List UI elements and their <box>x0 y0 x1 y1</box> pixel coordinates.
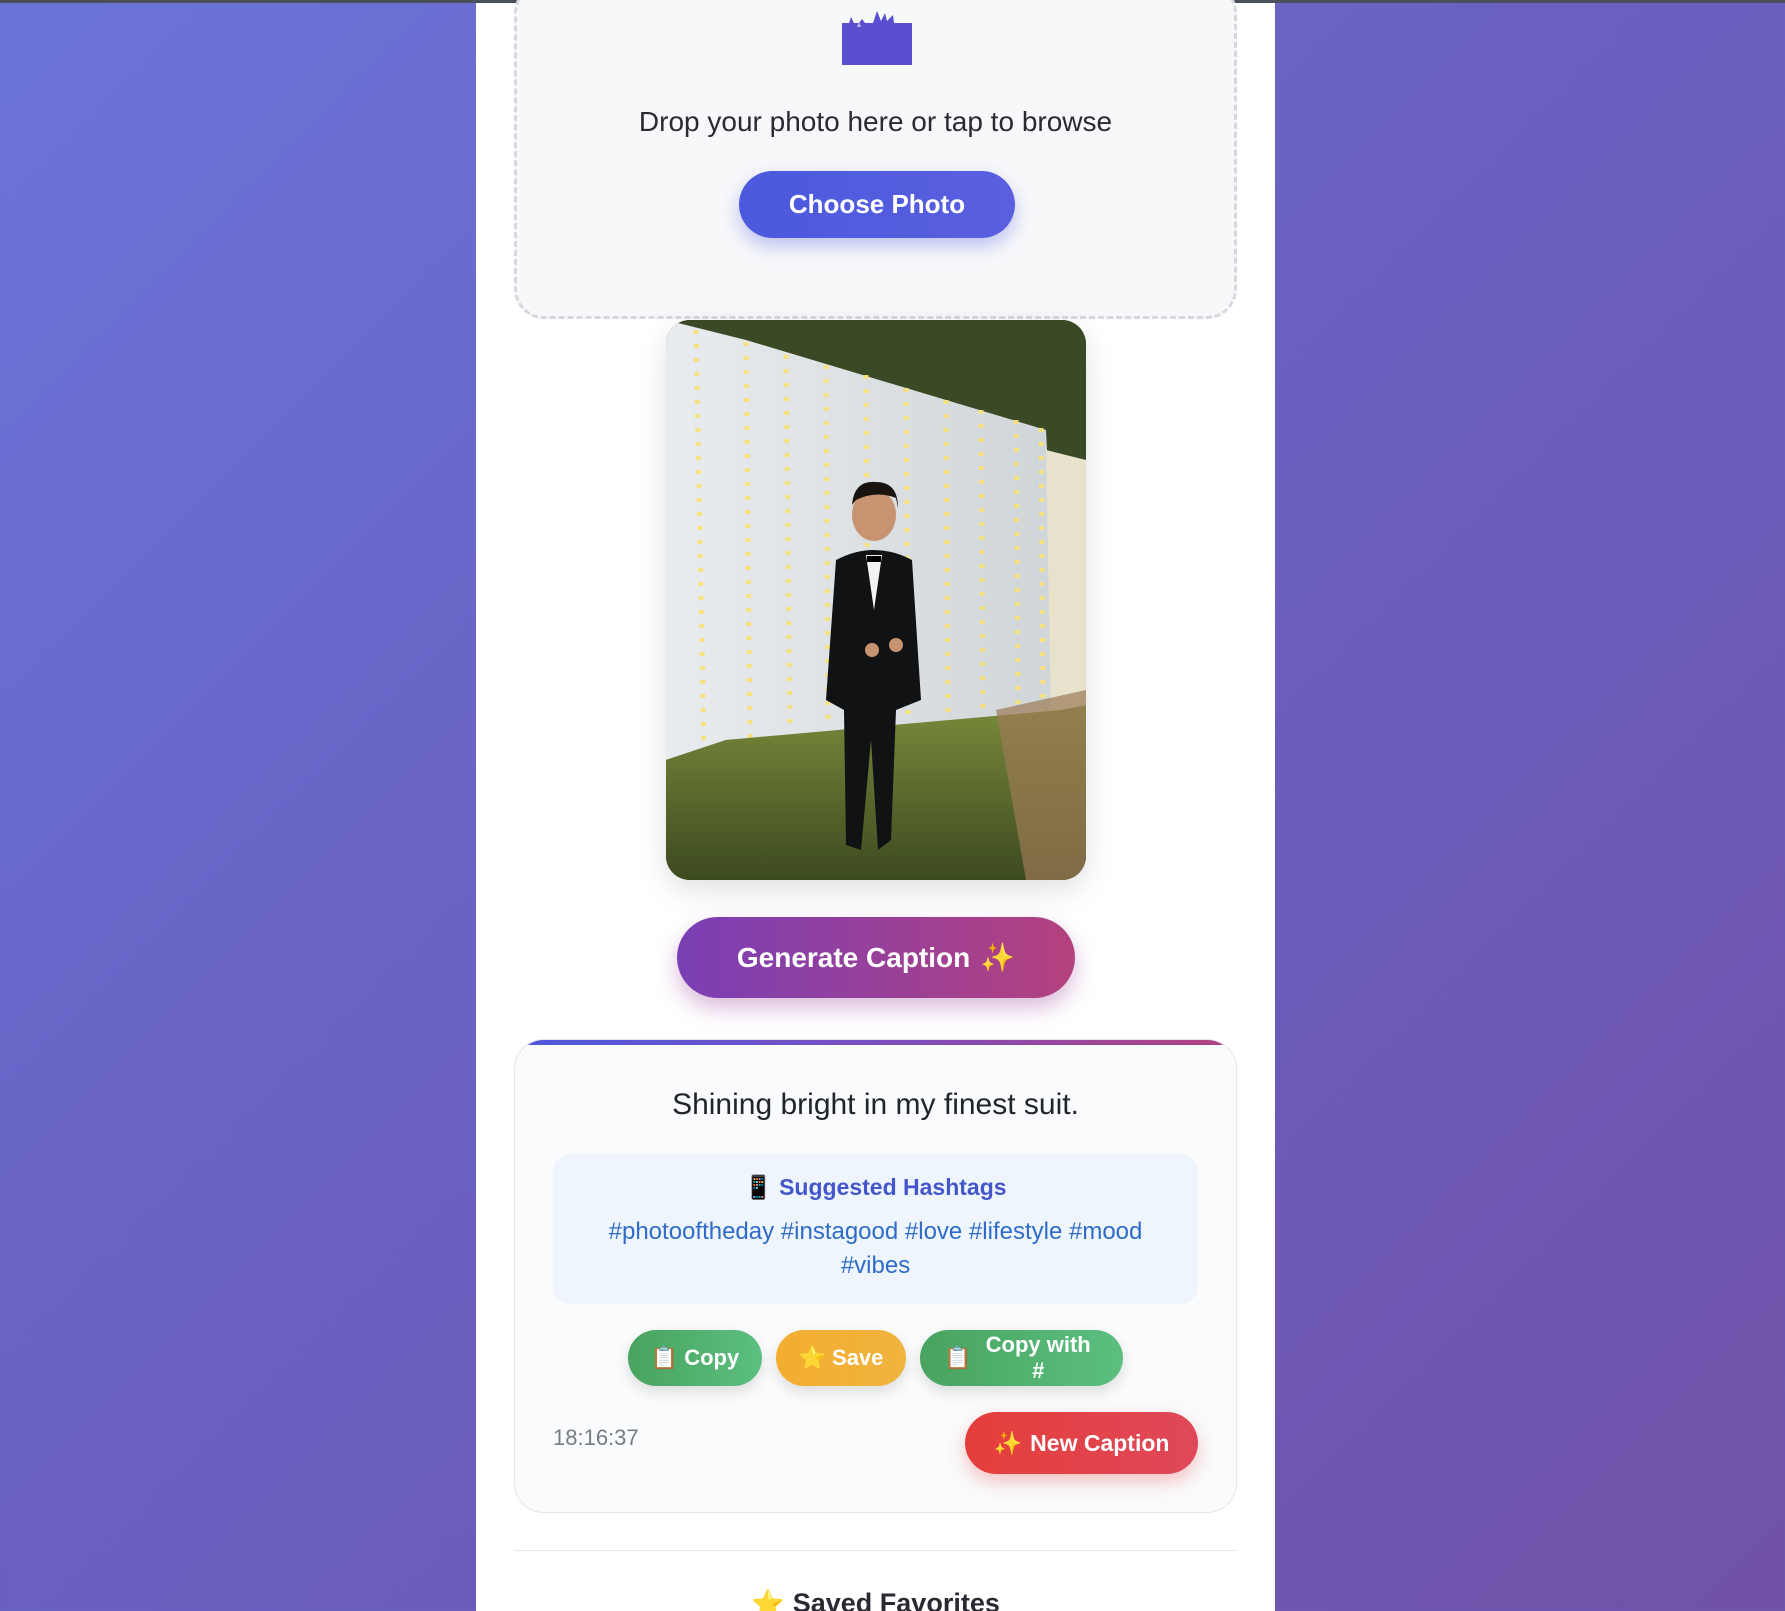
clipboard-icon: 📋 <box>944 1345 972 1371</box>
choose-photo-button[interactable]: Choose Photo <box>739 171 1015 238</box>
sparkles-icon: ✨ <box>980 941 1016 974</box>
copy-with-hashtags-button[interactable]: 📋 Copy with # <box>920 1330 1123 1386</box>
copy-with-hashtags-label: Copy with # <box>985 1332 1091 1383</box>
uploaded-photo-preview <box>666 320 1086 880</box>
hashtags-list: #photooftheday #instagood #love #lifesty… <box>608 1218 1143 1279</box>
copy-label: Copy <box>684 1345 740 1370</box>
upload-clapper-icon <box>842 11 912 65</box>
caption-actions: 📋 Copy ⭐ Save 📋 Copy with # <box>515 1330 1236 1386</box>
photo-dropzone[interactable]: Drop your photo here or tap to browse Ch… <box>514 0 1237 319</box>
card-accent-bar <box>515 1040 1236 1045</box>
save-button[interactable]: ⭐ Save <box>776 1330 906 1386</box>
star-icon: ⭐ <box>751 1589 785 1611</box>
star-icon: ⭐ <box>798 1345 827 1371</box>
generate-caption-button[interactable]: Generate Caption ✨ <box>677 917 1075 998</box>
section-divider <box>514 1550 1237 1551</box>
caption-timestamp: 18:16:37 <box>553 1425 639 1450</box>
hashtags-header: 📱 Suggested Hashtags <box>553 1174 1198 1201</box>
phone-icon: 📱 <box>744 1175 774 1201</box>
sparkles-icon: ✨ <box>993 1430 1023 1457</box>
app-panel: Drop your photo here or tap to browse Ch… <box>476 0 1275 1611</box>
clipboard-icon: 📋 <box>650 1345 679 1371</box>
generate-caption-label: Generate Caption <box>736 941 971 973</box>
dropzone-prompt: Drop your photo here or tap to browse <box>638 106 1113 137</box>
photo-image <box>666 320 1086 880</box>
caption-result-card: Shining bright in my finest suit. 📱 Sugg… <box>514 1039 1237 1513</box>
saved-favorites-heading: ⭐ Saved Favorites <box>476 1588 1275 1611</box>
save-label: Save <box>832 1345 884 1370</box>
new-caption-button[interactable]: ✨ New Caption <box>965 1412 1198 1474</box>
new-caption-label: New Caption <box>1030 1429 1170 1456</box>
hashtags-title: Suggested Hashtags <box>779 1174 1007 1200</box>
copy-button[interactable]: 📋 Copy <box>628 1330 762 1386</box>
generated-caption: Shining bright in my finest suit. <box>672 1088 1079 1121</box>
saved-favorites-title: Saved Favorites <box>792 1588 1000 1611</box>
hashtags-box: 📱 Suggested Hashtags #photooftheday #ins… <box>553 1154 1198 1304</box>
